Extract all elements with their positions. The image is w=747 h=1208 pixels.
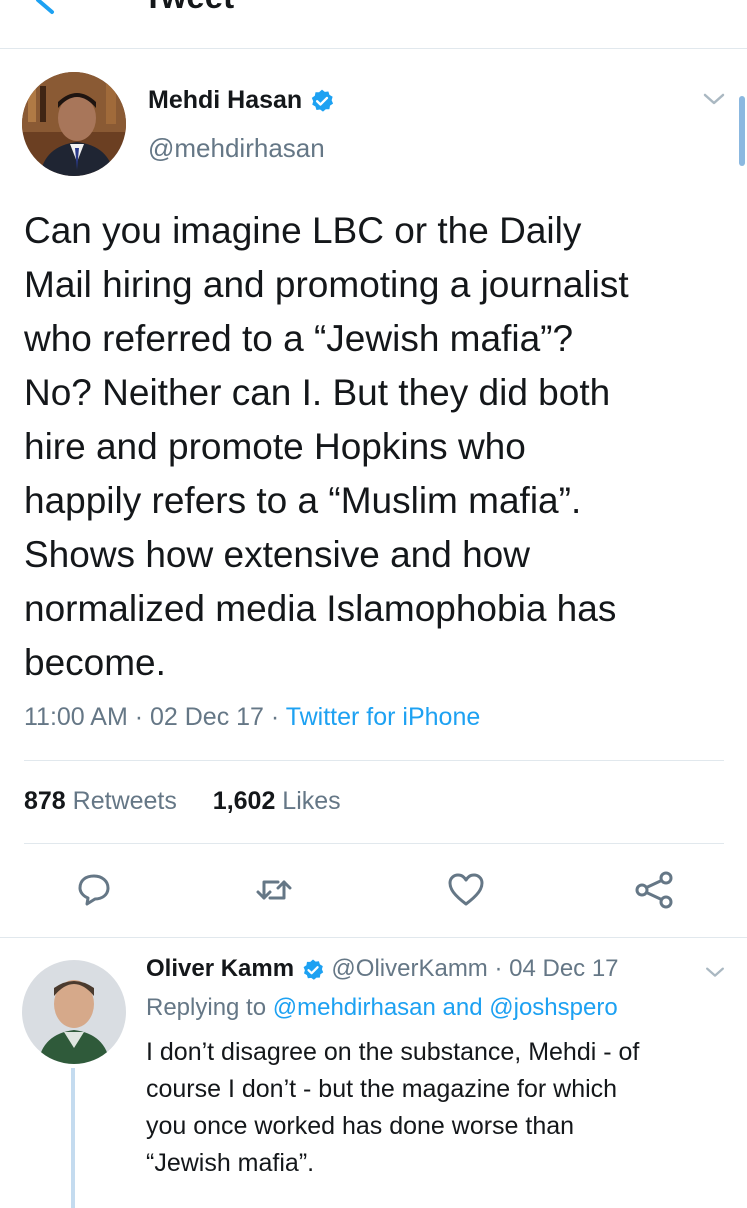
divider [24, 760, 724, 761]
divider [0, 937, 747, 938]
meta-separator: · [263, 703, 286, 731]
likes-label: Likes [275, 787, 341, 815]
reply-author-handle[interactable]: @OliverKamm [331, 955, 487, 982]
chevron-down-icon[interactable] [704, 966, 726, 980]
retweets-count: 878 [24, 787, 66, 815]
chevron-down-icon[interactable] [702, 92, 726, 108]
tweet-meta: 11:00 AM · 02 Dec 17 · Twitter for iPhon… [24, 703, 480, 732]
replying-and: and [435, 994, 490, 1021]
top-bar: Tweet [0, 0, 747, 49]
replying-prefix: Replying to [146, 994, 273, 1021]
author-avatar[interactable] [22, 72, 126, 176]
reply-date: 04 Dec 17 [509, 955, 619, 982]
verified-badge-icon [303, 959, 323, 980]
meta-separator: · [127, 703, 150, 731]
reply-header: Oliver Kamm @OliverKamm · 04 Dec 17 [146, 955, 619, 983]
replying-user-link[interactable]: @mehdirhasan [273, 994, 436, 1021]
heart-icon[interactable] [444, 868, 488, 912]
thread-line [71, 1068, 75, 1208]
tweet-date: 02 Dec 17 [150, 703, 264, 731]
back-arrow-icon[interactable] [30, 0, 70, 20]
reply-author-name[interactable]: Oliver Kamm [146, 955, 294, 982]
tweet-stats: 878 Retweets 1,602 Likes [24, 787, 341, 816]
scrollbar[interactable] [739, 96, 745, 166]
retweet-icon[interactable] [252, 868, 296, 912]
author-name[interactable]: Mehdi Hasan [148, 86, 335, 115]
share-icon[interactable] [632, 868, 676, 912]
verified-badge-icon [311, 90, 334, 113]
replying-user-link[interactable]: @joshspero [489, 994, 617, 1021]
divider [24, 843, 724, 844]
likes-count: 1,602 [212, 787, 276, 815]
tweet-source-link[interactable]: Twitter for iPhone [286, 703, 481, 731]
tweet-time: 11:00 AM [24, 703, 128, 731]
tweet-text: Can you imagine LBC or the Daily Mail hi… [24, 210, 629, 683]
author-handle[interactable]: @mehdirhasan [148, 133, 325, 164]
author-name-text[interactable]: Mehdi Hasan [148, 86, 302, 114]
replying-to: Replying to @mehdirhasan and @joshspero [146, 994, 618, 1022]
meta-separator: · [487, 955, 510, 982]
retweets-label: Retweets [65, 787, 177, 815]
likes-stat[interactable]: 1,602 Likes [213, 787, 341, 815]
reply-author-avatar[interactable] [22, 960, 126, 1064]
reply-text: I don’t disagree on the substance, Mehdi… [146, 1038, 640, 1177]
retweets-stat[interactable]: 878 Retweets [24, 787, 177, 815]
comment-icon[interactable] [72, 868, 116, 912]
page-title: Tweet [143, 0, 234, 16]
